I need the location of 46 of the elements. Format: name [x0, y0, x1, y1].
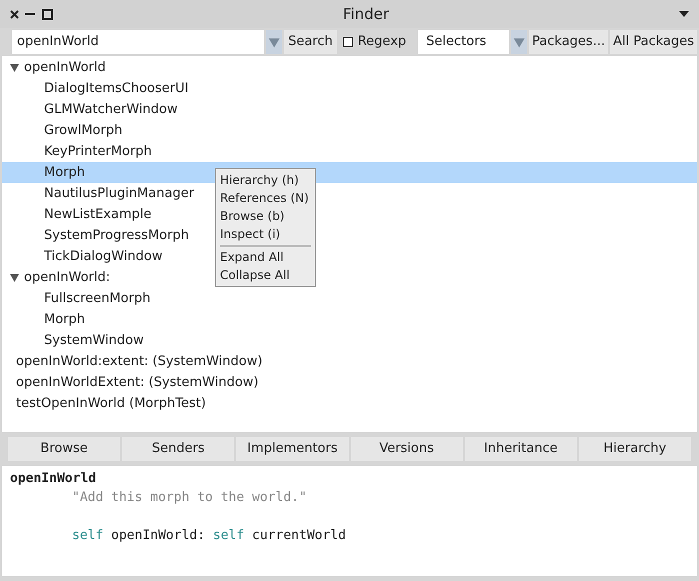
menu-item[interactable]: Inspect (i) [220, 225, 311, 243]
tree-item[interactable]: NewListExample [44, 204, 152, 224]
expanded-triangle-icon[interactable] [10, 274, 19, 282]
tree-item[interactable]: openInWorld:extent: (SystemWindow) [16, 352, 262, 372]
code-line: "Add this morph to the world." [71, 489, 308, 507]
packages-button[interactable]: Packages... [529, 30, 608, 54]
action-button[interactable]: Senders [122, 437, 234, 461]
action-button[interactable]: Inheritance [464, 437, 577, 461]
all-packages-button[interactable]: All Packages [610, 30, 698, 54]
code-pane[interactable]: openInWorld "Add this morph to the world." self openInWorld: self currentWorld [2, 466, 697, 576]
menu-item[interactable]: Expand All [220, 248, 311, 266]
code-line: openInWorld [10, 470, 98, 488]
window-title: Finder [342, 4, 390, 25]
tree-item[interactable]: FullscreenMorph [44, 288, 150, 308]
tree-item[interactable]: DialogItemsChooserUI [44, 78, 188, 98]
mode-select[interactable]: Selectors [418, 30, 509, 54]
action-button[interactable]: Implementors [236, 437, 349, 461]
maximize-icon[interactable] [42, 8, 53, 20]
action-button[interactable]: Browse [8, 437, 120, 461]
tree-item[interactable]: GLMWatcherWindow [44, 100, 178, 120]
menu-item[interactable]: Browse (b) [220, 207, 311, 225]
action-button[interactable]: Versions [350, 437, 463, 461]
tree-item[interactable]: Morph [44, 310, 86, 330]
menu-item[interactable]: Collapse All [220, 266, 311, 284]
menu-item[interactable]: Hierarchy (h) [220, 171, 311, 189]
close-icon[interactable] [10, 10, 19, 18]
code-line: self openInWorld: self currentWorld [71, 527, 347, 545]
tree-item[interactable]: SystemProgressMorph [44, 226, 189, 246]
tree-item[interactable]: TickDialogWindow [44, 246, 162, 266]
dropdown-arrow-icon[interactable] [679, 11, 689, 17]
tree-item[interactable]: SystemWindow [44, 330, 144, 350]
tree-item[interactable]: KeyPrinterMorph [44, 142, 152, 162]
regexp-checkbox[interactable] [342, 37, 353, 47]
expanded-triangle-icon[interactable] [10, 64, 19, 72]
tree-item[interactable]: openInWorld [24, 58, 106, 78]
search-field[interactable]: openInWorld [12, 30, 264, 54]
menu-item[interactable]: References (N) [220, 189, 311, 207]
tree-item[interactable]: Morph [44, 162, 86, 182]
regexp-label: Regexp [358, 33, 406, 52]
tree-item[interactable]: testOpenInWorld (MorphTest) [16, 394, 206, 414]
search-button[interactable]: Search [284, 30, 337, 54]
tree-item[interactable]: GrowlMorph [44, 120, 122, 140]
tree-item[interactable]: openInWorldExtent: (SystemWindow) [16, 372, 258, 392]
tree-item[interactable]: openInWorld: [24, 268, 110, 288]
action-button[interactable]: Hierarchy [578, 437, 692, 461]
tree-item[interactable]: NautilusPluginManager [44, 184, 194, 204]
